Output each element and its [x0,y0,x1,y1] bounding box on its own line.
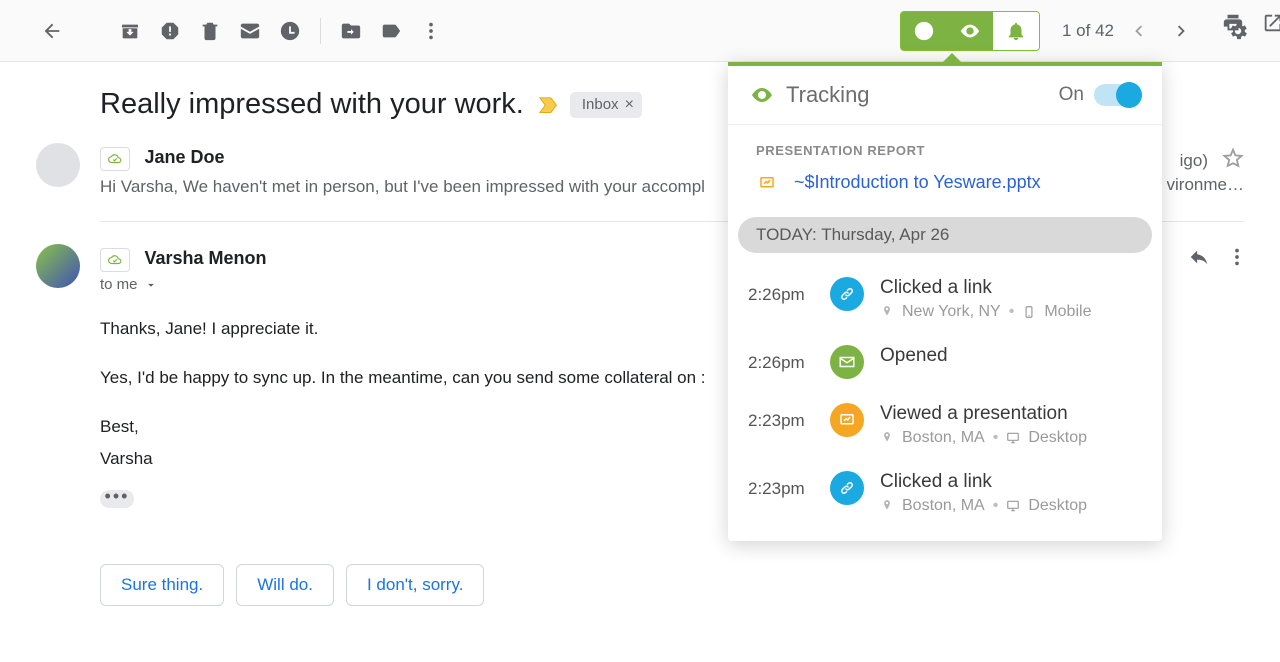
to-text: to me [100,276,138,293]
tracking-panel: Tracking On PRESENTATION REPORT ~$Introd… [728,62,1162,541]
yesware-pill-group [900,11,1040,51]
event-type-icon [830,403,864,437]
reminders-bell-button[interactable] [993,12,1039,50]
event-title: Clicked a link [880,471,1142,493]
presentation-report-section: PRESENTATION REPORT ~$Introduction to Ye… [728,125,1162,213]
label-text: Inbox [582,96,619,113]
toolbar: 1 of 42 [0,0,1280,62]
show-trimmed-button[interactable]: ••• [100,490,134,508]
reply-button[interactable] [1188,246,1210,273]
snooze-button[interactable] [270,9,310,53]
smart-reply-button[interactable]: Will do. [236,564,334,606]
avatar [36,143,80,187]
sender-name: Varsha Menon [144,248,266,268]
tracking-eye-button[interactable] [947,12,993,50]
delete-button[interactable] [190,9,230,53]
event-location: New York, NY [902,303,1001,321]
event-meta: Boston, MA • Desktop [880,497,1142,515]
event-row[interactable]: 2:23pm Clicked a link Boston, MA • Deskt… [728,459,1162,527]
event-type-icon [830,345,864,379]
device-icon [1006,431,1020,445]
pin-icon [880,431,894,445]
event-device: Mobile [1044,303,1091,321]
sender-name: Jane Doe [144,147,224,167]
events-list: 2:26pm Clicked a link New York, NY • Mob… [728,261,1162,541]
collapsed-snippet-tail: vironme… [1167,175,1244,195]
tracked-cloud-icon [100,147,130,171]
tracked-cloud-icon [100,248,130,272]
attachment-row[interactable]: ~$Introduction to Yesware.pptx [756,172,1134,193]
tracking-header: Tracking On [728,66,1162,125]
remove-label-icon[interactable]: × [625,96,634,114]
attachment-link[interactable]: ~$Introduction to Yesware.pptx [794,172,1041,193]
event-time: 2:23pm [748,471,826,499]
tracking-toggle[interactable] [1094,84,1140,106]
subject-text: Really impressed with your work. [100,88,524,121]
smart-replies: Sure thing. Will do. I don't, sorry. [100,564,1244,606]
more-button[interactable] [411,9,451,53]
event-time: 2:26pm [748,345,826,373]
archive-button[interactable] [110,9,150,53]
device-icon [1022,305,1036,319]
pin-icon [880,305,894,319]
back-button[interactable] [30,9,74,53]
event-type-icon [830,471,864,505]
event-device: Desktop [1028,429,1087,447]
event-time: 2:23pm [748,403,826,431]
message-more-button[interactable] [1226,246,1248,273]
smart-reply-button[interactable]: I don't, sorry. [346,564,484,606]
event-title: Viewed a presentation [880,403,1142,425]
yesware-logo-button[interactable] [901,12,947,50]
smart-reply-button[interactable]: Sure thing. [100,564,224,606]
show-details-icon[interactable] [144,278,158,292]
device-icon [1006,499,1020,513]
divider [320,18,321,44]
pin-icon [880,499,894,513]
event-row[interactable]: 2:26pm Opened [728,333,1162,391]
newer-button[interactable] [1118,11,1158,51]
eye-icon [750,83,774,107]
collapsed-time-tail: igo) [1180,151,1208,171]
mark-unread-button[interactable] [230,9,270,53]
section-label: PRESENTATION REPORT [756,143,1134,158]
event-meta: Boston, MA • Desktop [880,429,1142,447]
event-meta: New York, NY • Mobile [880,303,1142,321]
tracking-title: Tracking [786,82,1059,108]
older-button[interactable] [1162,11,1202,51]
presentation-icon [756,174,778,192]
event-device: Desktop [1028,497,1087,515]
spam-button[interactable] [150,9,190,53]
event-title: Opened [880,345,1142,367]
importance-marker-icon[interactable] [538,96,560,114]
inbox-label-chip[interactable]: Inbox × [570,92,642,118]
thread-actions [1222,12,1280,39]
event-type-icon [830,277,864,311]
star-button[interactable] [1222,147,1244,174]
move-to-button[interactable] [331,9,371,53]
collapsed-meta: igo) [1180,147,1244,174]
labels-button[interactable] [371,9,411,53]
event-row[interactable]: 2:23pm Viewed a presentation Boston, MA … [728,391,1162,459]
message-actions [1188,246,1248,273]
date-pill: TODAY: Thursday, Apr 26 [738,217,1152,253]
event-row[interactable]: 2:26pm Clicked a link New York, NY • Mob… [728,265,1162,333]
tracking-state: On [1059,84,1084,106]
event-location: Boston, MA [902,497,985,515]
open-new-window-button[interactable] [1262,12,1280,39]
event-location: Boston, MA [902,429,985,447]
event-title: Clicked a link [880,277,1142,299]
avatar [36,244,80,288]
print-button[interactable] [1222,12,1244,39]
message-counter: 1 of 42 [1062,21,1114,41]
event-time: 2:26pm [748,277,826,305]
